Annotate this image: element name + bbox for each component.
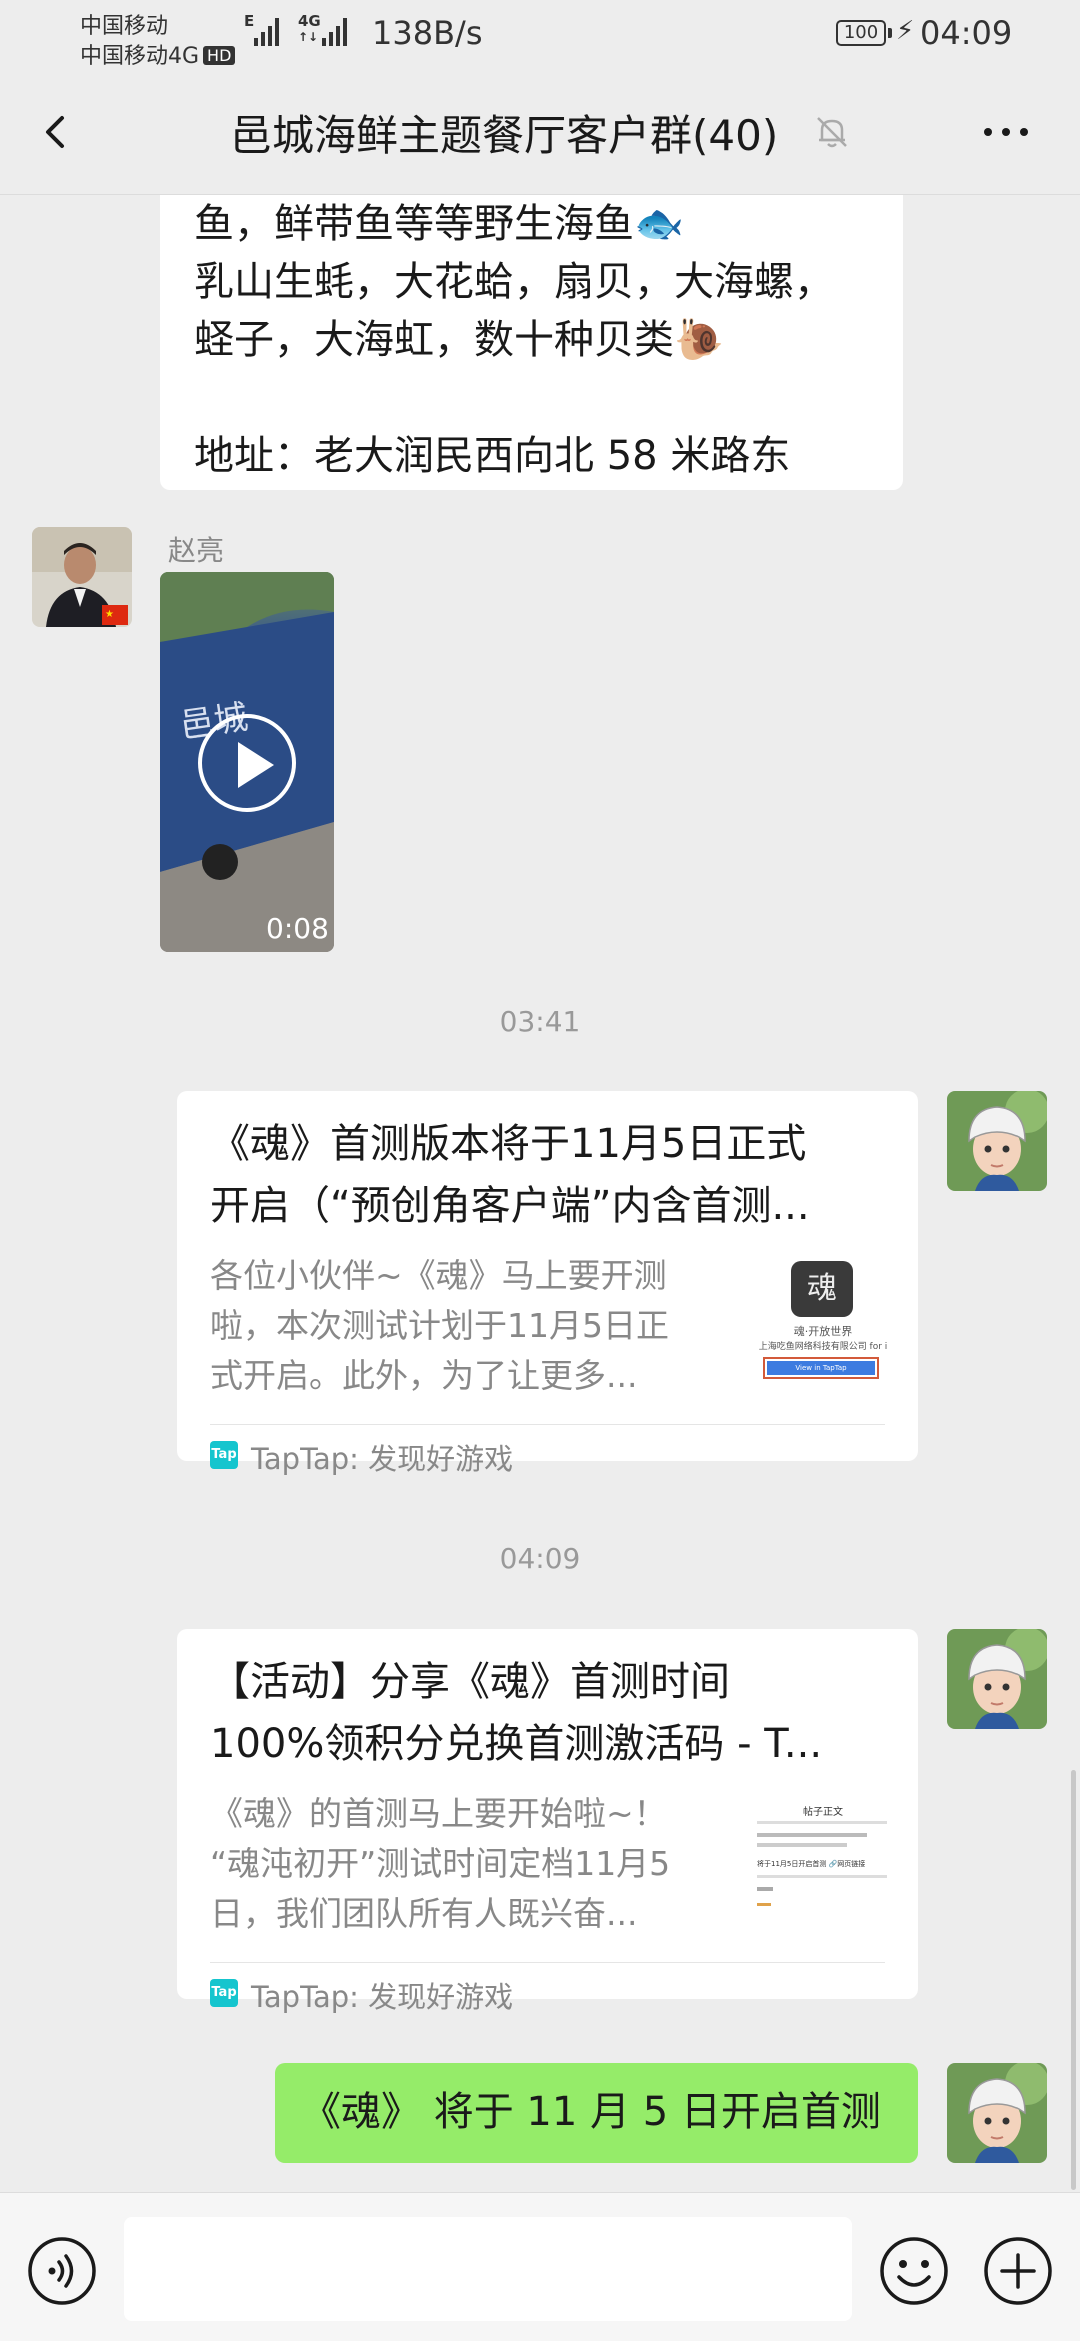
chat-messages[interactable]: 鱼，鲜带鱼等等野生海鱼🐟 乳山生蚝，大花蛤，扇贝，大海螺， 蛏子，大海虹，数十种… [0, 195, 1080, 2192]
svg-text:★: ★ [105, 609, 114, 620]
avatar[interactable] [947, 1091, 1047, 1191]
link-card[interactable]: 《魂》首测版本将于11月5日正式 开启（“预创角客户端”内含首测... 各位小伙… [177, 1091, 918, 1476]
chevron-left-icon [46, 116, 64, 148]
scrollbar[interactable] [1071, 1770, 1076, 2190]
video-message[interactable]: 邑城 0:08 [160, 572, 334, 952]
input-bar [0, 2192, 1080, 2341]
card-source: TapTap: 发现好游戏 [251, 1442, 514, 1476]
avatar[interactable]: ★ [32, 527, 132, 627]
carrier-secondary-label: 中国移动4G [80, 44, 200, 69]
thumbnail-caption: 帖子正文 [803, 1807, 843, 1818]
card-source: TapTap: 发现好游戏 [251, 1980, 514, 2014]
sent-message-bubble[interactable]: 《魂》 将于 11 月 5 日开启首测 [275, 2063, 918, 2163]
message-line: 地址：老大润民西向北 58 米路东 [194, 433, 791, 479]
thumbnail-button: View in TapTap [767, 1361, 875, 1375]
back-button[interactable] [26, 102, 86, 162]
voice-button[interactable] [26, 2235, 98, 2307]
thumbnail-caption: 魂·开放世界 [793, 1325, 853, 1338]
plus-circle-icon [984, 2237, 1052, 2305]
card-description: 各位小伙伴~《魂》马上要开测 [210, 1256, 667, 1295]
plus-button[interactable] [982, 2235, 1054, 2307]
message-line: 鱼，鲜带鱼等等野生海鱼🐟 [194, 201, 684, 247]
emoji-icon [880, 2237, 948, 2305]
network-speed: 138B/s [372, 14, 483, 52]
game-logo-icon: 魂 [791, 1261, 853, 1317]
thumbnail-caption: 将于11月5日开启首测 🔗网页链接 [757, 1860, 866, 1868]
message-input[interactable] [124, 2217, 852, 2321]
data-arrows-icon: ↑↓ [298, 30, 319, 44]
card-divider [210, 1424, 885, 1425]
more-icon [984, 128, 1028, 136]
card-thumbnail: 帖子正文 将于11月5日开启首测 🔗网页链接 [753, 1799, 893, 1939]
card-description: 《魂》的首测马上要开始啦~！ [210, 1794, 667, 1833]
thumbnail-line [757, 1843, 847, 1847]
voice-icon [28, 2237, 96, 2305]
network-type-4g: 4G [298, 12, 321, 30]
sender-name: 赵亮 [168, 534, 225, 567]
time-separator: 03:41 [499, 1005, 581, 1038]
card-description: 式开启。此外，为了让更多... [210, 1356, 638, 1395]
thumbnail-line [757, 1903, 771, 1906]
play-icon[interactable] [198, 714, 296, 812]
avatar[interactable] [947, 1629, 1047, 1729]
link-card[interactable]: 【活动】分享《魂》首测时间 100%领积分兑换首测激活码 - T... 《魂》的… [177, 1629, 918, 2014]
thumbnail-caption: 上海吃鱼网络科技有限公司 for i [758, 1342, 888, 1352]
signal-icon-2 [322, 18, 347, 46]
message-line: 蛏子，大海虹，数十种贝类🐌 [194, 317, 724, 363]
card-title: 【活动】分享《魂》首测时间 [210, 1659, 730, 1705]
message-text: 《魂》 将于 11 月 5 日开启首测 [301, 2089, 881, 2135]
card-title: 100%领积分兑换首测激活码 - T... [210, 1721, 823, 1767]
message-line: 乳山生蚝，大花蛤，扇贝，大海螺， [194, 259, 834, 305]
time-separator: 04:09 [499, 1542, 581, 1575]
card-thumbnail: 魂 魂·开放世界 上海吃鱼网络科技有限公司 for i View in TapT… [753, 1261, 893, 1401]
thumbnail-divider [757, 1821, 887, 1824]
video-duration: 0:08 [266, 912, 329, 945]
thumbnail-line [757, 1833, 867, 1837]
bell-muted-icon [812, 112, 852, 152]
card-title: 开启（“预创角客户端”内含首测... [210, 1183, 810, 1229]
hd-badge: HD [203, 46, 236, 65]
card-divider [210, 1962, 885, 1963]
card-description: 日，我们团队所有人既兴奋... [210, 1894, 638, 1933]
signal-icon [254, 18, 279, 46]
avatar[interactable] [947, 2063, 1047, 2163]
more-button[interactable] [976, 102, 1036, 162]
network-type-e: E [244, 12, 255, 30]
card-description: 啦，本次测试计划于11月5日正 [210, 1306, 669, 1345]
card-title: 《魂》首测版本将于11月5日正式 [210, 1121, 807, 1167]
charging-icon: ⚡ [896, 16, 915, 46]
carrier-secondary: 中国移动4G HD [80, 38, 236, 70]
thumbnail-divider [757, 1875, 887, 1878]
chat-header: 邑城海鲜主题餐厅客户群(40) [0, 72, 1080, 195]
card-description: “魂沌初开”测试时间定档11月5 [210, 1844, 671, 1883]
battery-icon: 100 [836, 20, 886, 46]
text-message-bubble[interactable]: 鱼，鲜带鱼等等野生海鱼🐟 乳山生蚝，大花蛤，扇贝，大海螺， 蛏子，大海虹，数十种… [160, 195, 903, 490]
taptap-logo-icon: Tap [210, 1979, 238, 2007]
thumbnail-highlight: View in TapTap [763, 1357, 879, 1379]
carrier-primary: 中国移动 [80, 14, 169, 39]
taptap-logo-icon: Tap [210, 1441, 238, 1469]
thumbnail-line [757, 1887, 773, 1891]
status-bar: 中国移动 中国移动4G HD E 4G ↑↓ 138B/s 100 ⚡ 04:09 [0, 0, 1080, 72]
battery-tip [888, 28, 892, 38]
page-title: 邑城海鲜主题餐厅客户群(40) [230, 111, 779, 160]
status-clock: 04:09 [920, 14, 1013, 52]
emoji-button[interactable] [878, 2235, 950, 2307]
